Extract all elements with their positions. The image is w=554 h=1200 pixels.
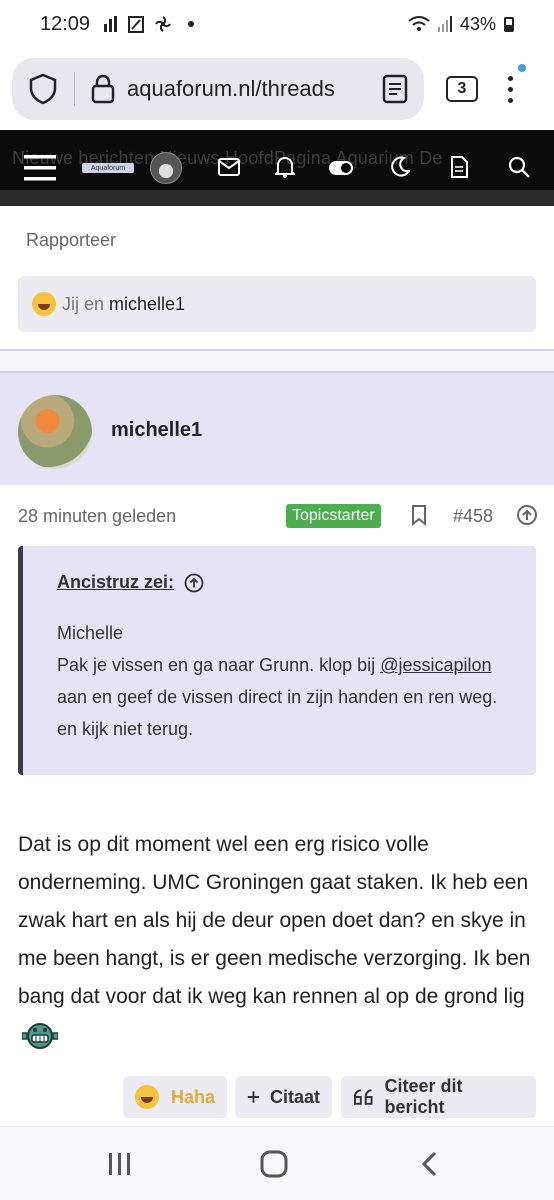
- quote-text-pre: Pak je vissen en ga naar Grunn. klop bij: [57, 655, 381, 675]
- site-navbar: Nieuwe berichten Nieuws HoofdPagina Aqua…: [0, 130, 554, 206]
- bell-icon[interactable]: [275, 156, 295, 178]
- moon-icon[interactable]: [390, 156, 410, 178]
- laughing-emoji-icon: [32, 292, 56, 316]
- home-icon[interactable]: [260, 1150, 288, 1178]
- url-text[interactable]: aquaforum.nl/threads: [127, 76, 382, 102]
- reply-with-quote-button[interactable]: Citeer dit bericht: [341, 1076, 536, 1118]
- update-dot-icon: [518, 63, 526, 72]
- quote-marks-icon: [353, 1089, 373, 1105]
- post-user-header: michelle1: [0, 371, 554, 485]
- reader-mode-icon[interactable]: [382, 74, 408, 104]
- nav-strip: [0, 190, 554, 206]
- quote-line-1: Michelle: [57, 623, 124, 643]
- shield-icon[interactable]: [28, 73, 58, 105]
- browser-menu-button[interactable]: [508, 63, 526, 103]
- quote-button-label: Citaat: [269, 1086, 320, 1107]
- post-avatar[interactable]: [18, 395, 92, 469]
- post-meta: 28 minuten geleden Topicstarter #458: [0, 504, 554, 530]
- post-gap: [0, 351, 554, 371]
- quote-body: Michelle Pak je vissen en ga naar Grunn.…: [57, 617, 507, 745]
- tabs-button[interactable]: 3: [446, 76, 478, 102]
- site-logo[interactable]: Aquaforum: [82, 163, 134, 173]
- laughing-emoji-icon: [135, 1085, 159, 1109]
- mention-link[interactable]: @jessicapilon: [380, 655, 491, 675]
- toggle-icon[interactable]: [328, 160, 354, 176]
- dot-icon: [188, 21, 195, 27]
- quote-line-2: Pak je vissen en ga naar Grunn. klop bij…: [57, 649, 507, 745]
- hamburger-menu-icon[interactable]: [24, 154, 56, 182]
- fan-icon: [155, 16, 171, 32]
- topicstarter-badge: Topicstarter: [286, 504, 381, 528]
- quote-jump-icon[interactable]: [184, 573, 204, 593]
- post-actions: Haha Citaat Citeer dit bericht: [0, 1076, 554, 1120]
- post-username[interactable]: michelle1: [111, 419, 202, 442]
- cell-signal-icon: [437, 16, 452, 32]
- status-bar: 12:09 43%: [0, 0, 554, 48]
- post-time[interactable]: 28 minuten geleden: [18, 506, 176, 527]
- post-body-text: Dat is op dit moment wel een erg risico …: [18, 833, 531, 1008]
- status-right: 43%: [408, 14, 514, 35]
- back-icon[interactable]: [420, 1151, 438, 1177]
- signal-stats-icon: [104, 16, 118, 32]
- robot-smiley-icon: [22, 1023, 58, 1050]
- haha-label: Haha: [170, 1086, 215, 1107]
- clipboard-icon: [128, 16, 145, 33]
- recent-apps-icon[interactable]: [108, 1153, 132, 1175]
- browser-toolbar: aquaforum.nl/threads 3: [0, 48, 554, 130]
- system-navigation-bar: [0, 1126, 554, 1200]
- notification-icons: [104, 15, 195, 33]
- quote-text-post: aan en geef de vissen direct in zijn han…: [57, 687, 498, 739]
- plus-icon: [247, 1091, 260, 1103]
- quote-button[interactable]: Citaat: [235, 1076, 332, 1118]
- reactions-prefix: Jij en: [62, 293, 105, 314]
- search-icon[interactable]: [508, 156, 530, 178]
- haha-reaction-button[interactable]: Haha: [123, 1076, 227, 1118]
- user-avatar[interactable]: [150, 152, 182, 184]
- post-number[interactable]: #458: [453, 506, 493, 527]
- quote-block: Ancistruz zei: Michelle Pak je vissen en…: [18, 546, 536, 775]
- wifi-icon: [408, 16, 430, 31]
- quote-author[interactable]: Ancistruz zei:: [57, 572, 174, 593]
- post-body: Dat is op dit moment wel een erg risico …: [18, 826, 536, 1054]
- report-link[interactable]: Rapporteer: [26, 230, 116, 251]
- share-up-icon[interactable]: [516, 504, 538, 526]
- address-bar[interactable]: aquaforum.nl/threads: [12, 58, 424, 120]
- battery-percent: 43%: [459, 13, 496, 34]
- document-icon[interactable]: [450, 156, 468, 178]
- mail-icon[interactable]: [218, 158, 240, 176]
- bookmark-icon[interactable]: [411, 504, 427, 526]
- lock-icon: [91, 74, 115, 104]
- reactions-user[interactable]: michelle1: [109, 294, 185, 315]
- battery-icon: [504, 16, 514, 32]
- status-time: 12:09: [40, 12, 91, 35]
- quote-header[interactable]: Ancistruz zei:: [57, 572, 536, 593]
- address-separator: [74, 72, 75, 106]
- reactions-summary[interactable]: Jij en michelle1: [18, 276, 536, 332]
- reply-button-label: Citeer dit bericht: [384, 1076, 463, 1117]
